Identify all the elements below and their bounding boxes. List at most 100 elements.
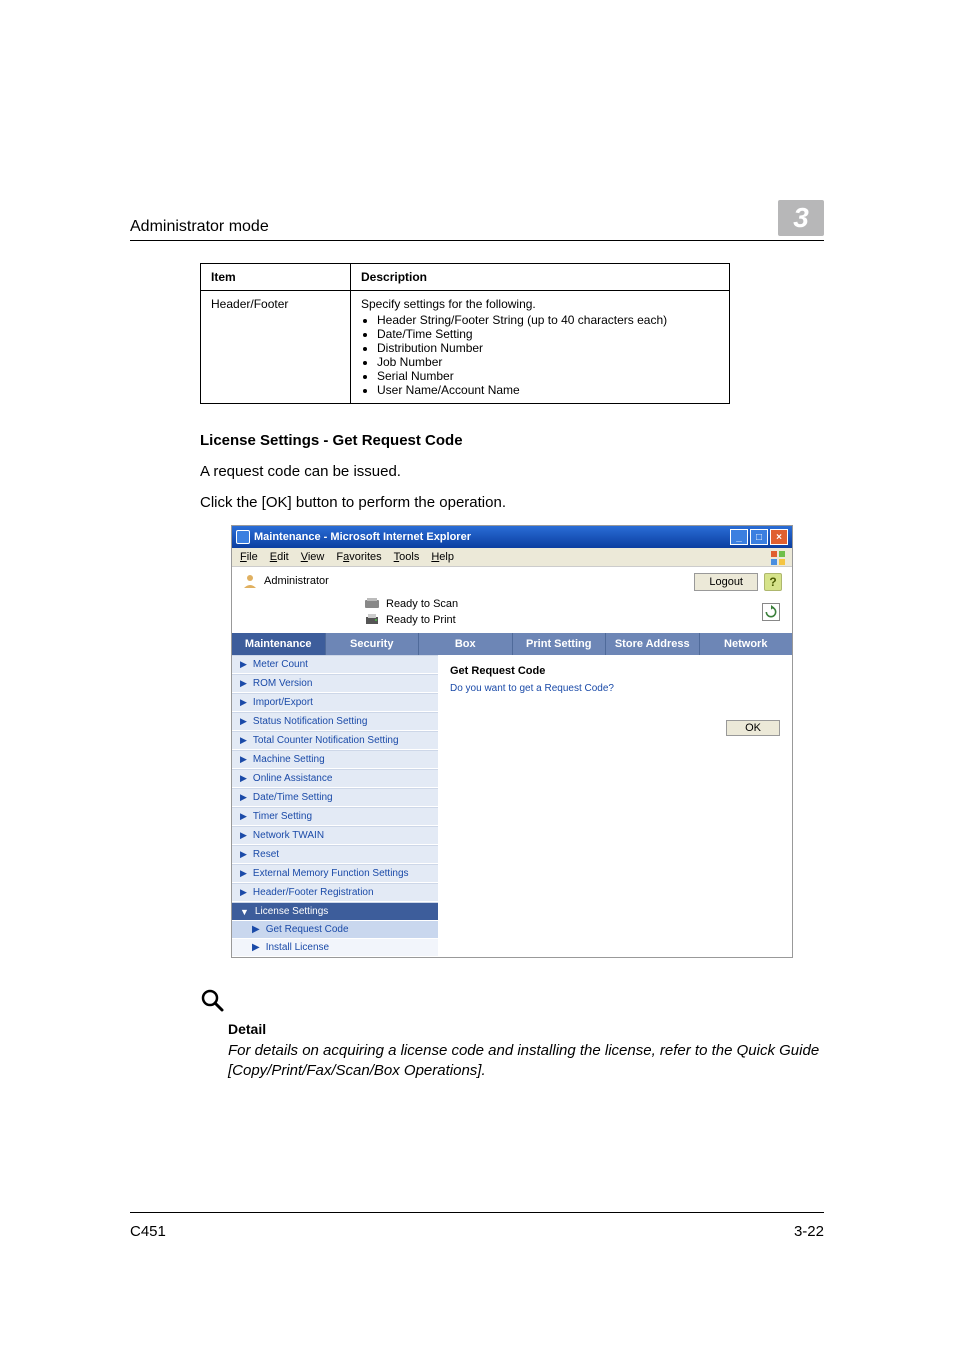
triangle-icon: ▶	[240, 849, 247, 860]
triangle-icon: ▶	[240, 773, 247, 784]
triangle-icon: ▶	[240, 659, 247, 670]
administrator-icon	[242, 573, 258, 589]
menu-edit[interactable]: Edit	[270, 551, 289, 563]
page-footer: C451 3-22	[130, 1212, 824, 1240]
sidebar-item-label: Header/Footer Registration	[253, 887, 374, 898]
triangle-icon: ▶	[240, 697, 247, 708]
sidebar: ▶Meter Count ▶ ROM Version ▶ Import/Export…	[232, 655, 438, 957]
help-icon[interactable]: ?	[764, 573, 782, 591]
menu-tools[interactable]: Tools	[394, 551, 420, 563]
sidebar-item-datetime-setting[interactable]: ▶ Date/Time Setting	[232, 788, 438, 807]
table-row: Header/Footer Specify settings for the f…	[201, 291, 730, 404]
menu-bar: File Edit View Favorites Tools Help	[232, 548, 792, 567]
triangle-icon: ▶	[240, 678, 247, 689]
note-heading: Detail	[200, 1021, 824, 1037]
sidebar-item-meter-count[interactable]: ▶Meter Count	[232, 655, 438, 674]
tab-store-address[interactable]: Store Address	[606, 633, 700, 655]
sidebar-item-label: ROM Version	[253, 678, 312, 689]
triangle-icon: ▶	[252, 924, 260, 935]
detail-note: Detail For details on acquiring a licens…	[200, 988, 824, 1082]
close-button[interactable]: ×	[770, 529, 788, 545]
sidebar-item-import-export[interactable]: ▶ Import/Export	[232, 693, 438, 712]
sidebar-item-license-settings[interactable]: ▼License Settings	[232, 902, 438, 921]
sidebar-item-label: Status Notification Setting	[253, 716, 368, 727]
footer-model: C451	[130, 1223, 166, 1240]
desc-bullet: Date/Time Setting	[377, 327, 719, 341]
refresh-icon[interactable]	[762, 603, 780, 621]
triangle-icon: ▶	[240, 716, 247, 727]
sidebar-item-network-twain[interactable]: ▶ Network TWAIN	[232, 826, 438, 845]
tab-bar: Maintenance Security Box Print Setting S…	[232, 633, 792, 655]
menu-file[interactable]: File	[240, 551, 258, 563]
sidebar-item-label: Machine Setting	[253, 754, 325, 765]
settings-table: Item Description Header/Footer Specify s…	[200, 263, 730, 404]
tab-network[interactable]: Network	[700, 633, 793, 655]
body-paragraph: Click the [OK] button to perform the ope…	[200, 494, 824, 511]
status-scan: Ready to Scan	[386, 598, 458, 610]
note-text: For details on acquiring a license code …	[200, 1041, 824, 1082]
sidebar-item-status-notification[interactable]: ▶ Status Notification Setting	[232, 712, 438, 731]
sidebar-sub-get-request-code[interactable]: ▶Get Request Code	[232, 921, 438, 939]
minimize-button[interactable]: _	[730, 529, 748, 545]
content-panel-text: Do you want to get a Request Code?	[450, 683, 780, 694]
sidebar-sub-install-license[interactable]: ▶Install License	[232, 939, 438, 957]
tab-security[interactable]: Security	[326, 633, 420, 655]
sidebar-item-label: Import/Export	[253, 697, 313, 708]
triangle-icon: ▶	[240, 887, 247, 898]
desc-bullet: User Name/Account Name	[377, 383, 719, 397]
embedded-screenshot: Maintenance - Microsoft Internet Explore…	[231, 525, 793, 958]
triangle-icon: ▶	[252, 942, 260, 953]
triangle-icon: ▶	[240, 754, 247, 765]
scanner-icon	[364, 597, 380, 611]
ok-button[interactable]: OK	[726, 720, 780, 736]
menu-help[interactable]: Help	[431, 551, 454, 563]
sidebar-item-label: External Memory Function Settings	[253, 868, 409, 879]
sidebar-item-label: Online Assistance	[253, 773, 333, 784]
triangle-icon: ▶	[240, 830, 247, 841]
window-title: Maintenance - Microsoft Internet Explore…	[254, 531, 471, 543]
maximize-button[interactable]: □	[750, 529, 768, 545]
tab-maintenance[interactable]: Maintenance	[232, 633, 326, 655]
desc-bullet: Distribution Number	[377, 341, 719, 355]
td-item: Header/Footer	[201, 291, 351, 404]
menu-favorites[interactable]: Favorites	[336, 551, 381, 563]
desc-bullet: Header String/Footer String (up to 40 ch…	[377, 313, 719, 327]
sidebar-item-label: Total Counter Notification Setting	[253, 735, 399, 746]
content-panel: Get Request Code Do you want to get a Re…	[438, 655, 792, 957]
triangle-icon: ▶	[240, 811, 247, 822]
sidebar-item-label: Network TWAIN	[253, 830, 324, 841]
tab-print-setting[interactable]: Print Setting	[513, 633, 607, 655]
sidebar-item-timer-setting[interactable]: ▶Timer Setting	[232, 807, 438, 826]
sidebar-item-external-memory-function[interactable]: ▶ External Memory Function Settings	[232, 864, 438, 883]
content-panel-title: Get Request Code	[450, 665, 780, 677]
desc-intro: Specify settings for the following.	[361, 297, 536, 311]
sidebar-item-header-footer-registration[interactable]: ▶ Header/Footer Registration	[232, 883, 438, 902]
sidebar-item-machine-setting[interactable]: ▶ Machine Setting	[232, 750, 438, 769]
body-paragraph: A request code can be issued.	[200, 463, 824, 480]
printer-icon	[364, 613, 380, 627]
sidebar-item-label: Date/Time Setting	[253, 792, 333, 803]
menu-view[interactable]: View	[301, 551, 325, 563]
triangle-icon: ▶	[240, 792, 247, 803]
sidebar-item-online-assistance[interactable]: ▶ Online Assistance	[232, 769, 438, 788]
app-header: Administrator Logout ?	[232, 567, 792, 595]
tab-box[interactable]: Box	[419, 633, 513, 655]
desc-bullet: Serial Number	[377, 369, 719, 383]
triangle-icon: ▶	[240, 868, 247, 879]
windows-flag-icon	[770, 550, 786, 566]
app-body: ▶Meter Count ▶ ROM Version ▶ Import/Export…	[232, 655, 792, 957]
page-header-title: Administrator mode	[130, 218, 269, 236]
status-block: Ready to Scan Ready to Print	[232, 595, 792, 633]
logout-button[interactable]: Logout	[694, 573, 758, 591]
sidebar-item-label: License Settings	[255, 906, 328, 917]
sidebar-item-total-counter-notification[interactable]: ▶Total Counter Notification Setting	[232, 731, 438, 750]
table-header-row: Item Description	[201, 264, 730, 291]
desc-bullet: Job Number	[377, 355, 719, 369]
td-description: Specify settings for the following. Head…	[351, 291, 730, 404]
chapter-number-badge: 3	[778, 200, 824, 236]
window-titlebar[interactable]: Maintenance - Microsoft Internet Explore…	[232, 526, 792, 548]
sidebar-item-rom-version[interactable]: ▶ ROM Version	[232, 674, 438, 693]
th-item: Item	[201, 264, 351, 291]
sidebar-item-reset[interactable]: ▶Reset	[232, 845, 438, 864]
th-description: Description	[351, 264, 730, 291]
